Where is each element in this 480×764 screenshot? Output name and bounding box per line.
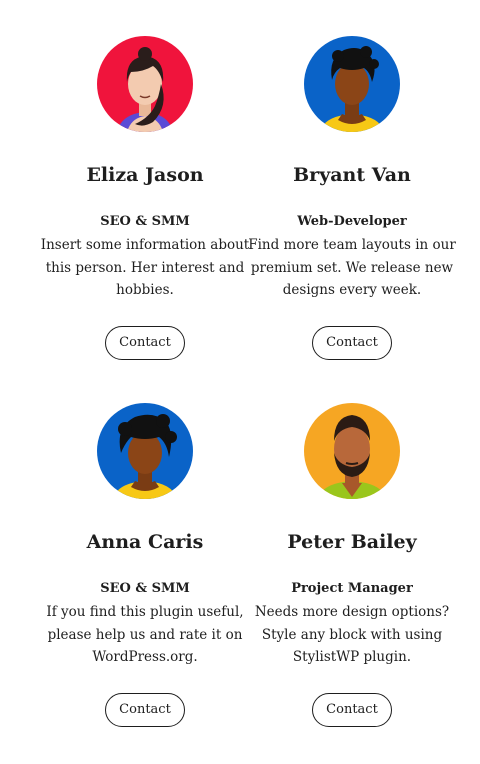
contact-button[interactable]: Contact xyxy=(312,692,392,727)
woman-avatar-icon xyxy=(97,36,193,132)
member-role: Project Manager xyxy=(291,581,413,596)
contact-button[interactable]: Contact xyxy=(105,325,185,360)
member-name: Bryant Van xyxy=(293,164,411,186)
member-bio: Needs more design options? Style any blo… xyxy=(254,604,450,665)
man-beard-avatar-icon xyxy=(304,403,400,499)
team-member-card: Eliza Jason SEO & SMM Insert some inform… xyxy=(35,36,255,360)
member-name: Anna Caris xyxy=(86,531,204,553)
member-name: Peter Bailey xyxy=(287,531,417,553)
team-member-card: Anna Caris SEO & SMM If you find this pl… xyxy=(35,403,255,727)
woman-curly-avatar-icon xyxy=(97,403,193,499)
team-member-card: Bryant Van Web-Developer Find more team … xyxy=(242,36,462,360)
contact-button[interactable]: Contact xyxy=(312,325,392,360)
team-member-card: Peter Bailey Project Manager Needs more … xyxy=(242,403,462,727)
contact-button[interactable]: Contact xyxy=(105,692,185,727)
member-role: SEO & SMM xyxy=(100,581,190,596)
member-role: Web-Developer xyxy=(297,214,407,229)
member-bio: If you find this plugin useful, please h… xyxy=(46,604,244,665)
member-bio: Find more team layouts in our premium se… xyxy=(248,237,456,298)
man-curly-avatar-icon xyxy=(304,36,400,132)
member-role: SEO & SMM xyxy=(100,214,190,229)
member-bio: Insert some information about this perso… xyxy=(40,237,250,298)
member-name: Eliza Jason xyxy=(86,164,204,186)
